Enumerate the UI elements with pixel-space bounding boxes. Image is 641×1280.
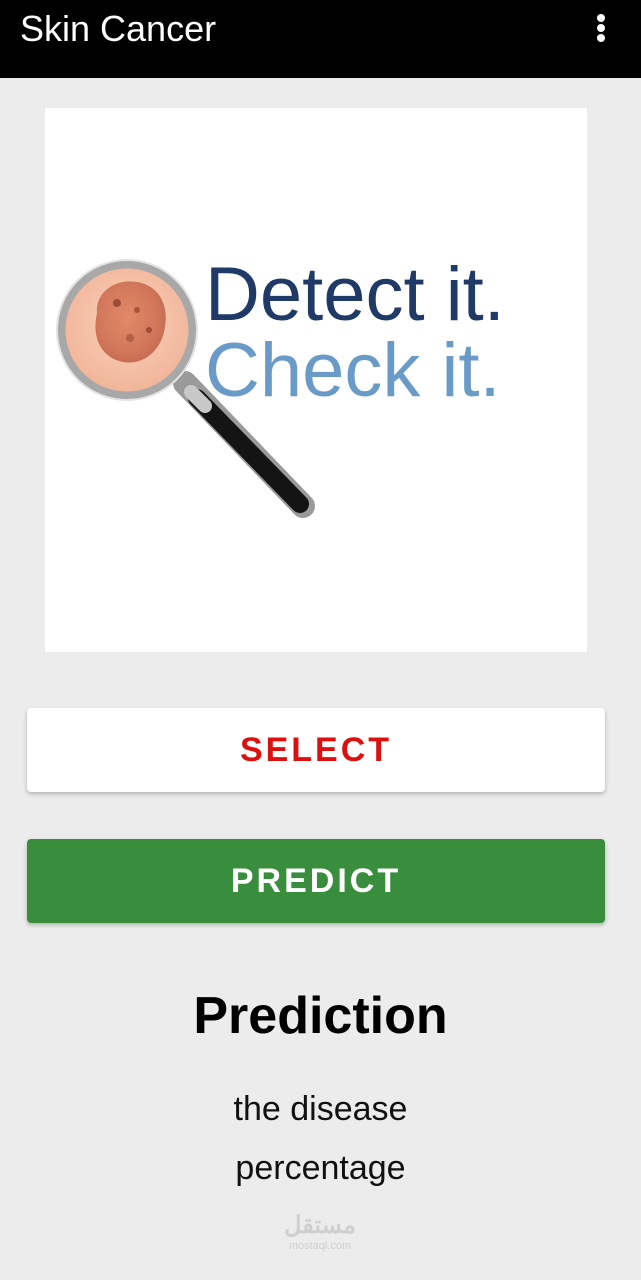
predict-button[interactable]: PREDICT — [27, 839, 605, 923]
watermark-arabic: مستقل — [284, 1212, 356, 1239]
select-button[interactable]: SELECT — [27, 708, 605, 792]
app-bar: Skin Cancer — [0, 0, 641, 78]
logo-line1: Detect it. — [205, 252, 505, 337]
logo-line2: Check it. — [205, 328, 501, 413]
prediction-heading: Prediction — [193, 987, 448, 1045]
prediction-result: the disease percentage — [233, 1090, 408, 1187]
watermark: مستقل mostaql.com — [270, 1212, 370, 1252]
more-vert-icon[interactable] — [584, 8, 618, 48]
detect-check-logo: Detect it. Check it. — [56, 252, 505, 518]
watermark-latin: mostaql.com — [288, 1240, 352, 1252]
app-title: Skin Cancer — [20, 8, 217, 49]
selected-image: Detect it. Check it. — [45, 108, 587, 652]
